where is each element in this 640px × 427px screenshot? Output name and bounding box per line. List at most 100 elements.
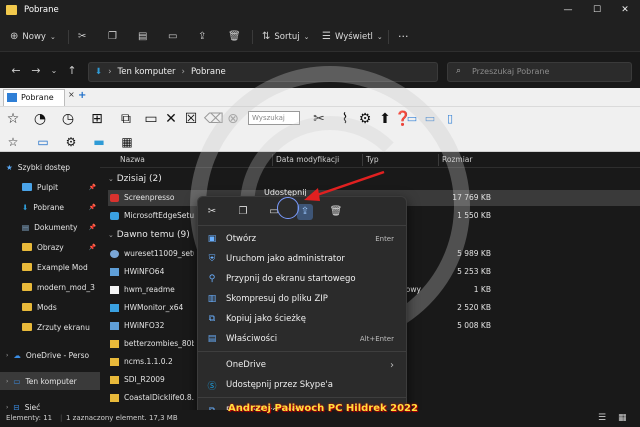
group-header-today[interactable]: ⌄ Dzisiaj (2) [108, 174, 162, 184]
command-bar: ⊕ Nowy ⌄ ✂ ❐ ▤ ▭ ⇪ 🗑 ⇅ Sortuj ⌄ ☰ Wyświe… [0, 22, 640, 52]
sidebar-item-label: Dokumenty [34, 222, 78, 232]
app-icon [110, 304, 119, 312]
plus-circle-icon: ⊕ [10, 31, 19, 42]
menu-item-copy-as-path[interactable]: ⧉ Kopiuj jako ścieżkę [198, 309, 406, 329]
sort-button[interactable]: ⇅ Sortuj ⌄ [262, 28, 309, 46]
menu-item-run-as-admin[interactable]: ⛨ Uruchom jako administrator [198, 249, 406, 269]
highlight-ring [277, 197, 299, 219]
sidebar-item-pictures[interactable]: Obrazy 📌 [22, 238, 96, 256]
sidebar-item-this-pc[interactable]: › ▭ Ten komputer [0, 372, 100, 390]
app-icon [110, 194, 119, 202]
sidebar-item-label: Ten komputer [25, 376, 77, 386]
breadcrumb-current[interactable]: Pobrane [191, 66, 226, 78]
chevron-right-icon: › [6, 351, 9, 359]
delete-button[interactable]: 🗑 [228, 28, 241, 46]
windows-icon[interactable]: ⊞ [88, 110, 106, 128]
shield-icon: ⛨ [208, 254, 216, 264]
file-explorer-window: Pobrane — ☐ ✕ ⊕ Nowy ⌄ ✂ ❐ ▤ ▭ ⇪ 🗑 ⇅ Sor… [0, 0, 640, 427]
menu-item-pin-to-start[interactable]: ⚲ Przypnij do ekranu startowego [198, 269, 406, 289]
menu-shortcut: Alt+Enter [359, 335, 394, 343]
star-icon[interactable]: ☆ [4, 110, 22, 128]
sidebar-item-desktop[interactable]: Pulpit 📌 [22, 178, 96, 196]
sidebar-item-quick-access[interactable]: ★ Szybki dostęp [6, 158, 70, 176]
more-button[interactable]: ··· [398, 28, 409, 46]
close-icon[interactable]: ✕ [162, 110, 180, 128]
gear-icon[interactable]: ⚙ [62, 133, 80, 151]
close-button[interactable]: ✕ [611, 0, 639, 20]
up-arrow-icon[interactable]: ↑ [64, 63, 80, 79]
sidebar-item-modern-mod[interactable]: modern_mod_3 [22, 278, 96, 296]
file-name: MicrosoftEdgeSetup [124, 211, 194, 220]
share-button[interactable]: ⇪ [198, 28, 206, 46]
maximize-button[interactable]: ☐ [583, 0, 611, 20]
paste-button[interactable]: ▤ [138, 28, 147, 46]
column-name[interactable]: Nazwa [120, 155, 145, 164]
sort-icon: ⇅ [262, 31, 271, 42]
gauge-icon[interactable]: ◷ [58, 110, 78, 128]
search-box[interactable]: ⌕ Przeszukaj Pobrane [447, 62, 632, 82]
chevron-right-icon: › [390, 359, 394, 371]
rename-icon: ▭ [168, 31, 178, 42]
cut-button[interactable]: ✂ [204, 204, 220, 220]
chevron-down-icon: ⌄ [108, 175, 114, 183]
view-button[interactable]: ☰ Wyświetl ⌄ [322, 28, 383, 46]
windows-cascade-icon[interactable]: ⧉ [116, 110, 136, 128]
sidebar-item-downloads[interactable]: ⬇ Pobrane 📌 [22, 198, 96, 216]
display-icon[interactable]: ▬ [90, 133, 108, 151]
cut-button[interactable]: ✂ [78, 28, 86, 46]
tab-pobrane[interactable]: Pobrane [3, 89, 65, 106]
tab-close-icon[interactable]: × [68, 90, 75, 99]
details-view-icon[interactable]: ☰ [598, 410, 606, 427]
star-icon[interactable]: ☆ [4, 133, 22, 151]
menu-item-open[interactable]: ▣ Otwórz Enter [198, 229, 406, 249]
new-button[interactable]: ⊕ Nowy ⌄ [10, 28, 56, 46]
monitor-icon: ▭ [13, 376, 21, 386]
cloud-icon: ☁ [13, 350, 21, 360]
new-tab-button[interactable]: + [78, 90, 86, 101]
menu-item-share-skype[interactable]: Ⓢ Udostępnij przez Skype'a [198, 375, 406, 395]
sidebar-item-example-mod[interactable]: Example Mod [22, 258, 96, 276]
folder-icon [110, 358, 119, 366]
chevron-right-icon: › [6, 377, 9, 385]
menu-item-label: Przypnij do ekranu startowego [226, 274, 356, 284]
sidebar-item-onedrive[interactable]: › ☁ OneDrive - Perso [6, 346, 89, 364]
copy-button[interactable]: ❐ [235, 204, 251, 220]
view-icon[interactable]: ▦ [118, 133, 136, 151]
group-header-earlier[interactable]: ⌄ Dawno temu (9) [108, 230, 190, 240]
divider [68, 30, 69, 44]
file-name: betterzombies_80b06 [124, 339, 194, 348]
navigation-pane: ★ Szybki dostęp Pulpit 📌 ⬇ Pobrane 📌 ▤ D… [0, 152, 100, 412]
skype-icon: Ⓢ [207, 381, 217, 392]
menu-item-properties[interactable]: ▤ Właściwości Alt+Enter [198, 329, 406, 349]
monitor-icon[interactable]: ▭ [34, 133, 52, 151]
folder-icon [22, 243, 32, 251]
tiles-view-icon[interactable]: ▦ [618, 410, 627, 427]
pin-icon: 📌 [88, 183, 96, 191]
menu-divider [198, 225, 406, 226]
folder-new-icon[interactable]: ▭ [142, 110, 160, 128]
menu-item-onedrive[interactable]: OneDrive › [198, 355, 406, 375]
forward-arrow-icon[interactable]: → [28, 63, 44, 79]
minimize-button[interactable]: — [554, 0, 582, 20]
copy-button[interactable]: ❐ [108, 28, 117, 46]
sidebar-item-label: Szybki dostęp [17, 162, 71, 172]
copy-icon: ❐ [108, 31, 117, 42]
star-icon: ★ [6, 162, 13, 172]
properties-icon: ▤ [207, 334, 217, 344]
sidebar-item-mods[interactable]: Mods [22, 298, 96, 316]
back-arrow-icon[interactable]: ← [8, 63, 24, 79]
back-circle-icon[interactable]: ◔ [30, 110, 50, 128]
file-name: HWMonitor_x64 [124, 303, 184, 312]
file-name: Screenpresso [124, 193, 175, 202]
breadcrumb: ⬇ › Ten komputer › Pobrane [95, 66, 226, 78]
menu-item-compress-zip[interactable]: ▥ Skompresuj do pliku ZIP [198, 289, 406, 309]
menu-divider [198, 351, 406, 352]
sidebar-item-screenshots[interactable]: Zrzuty ekranu [22, 318, 96, 336]
folder-icon [22, 283, 32, 291]
rename-button[interactable]: ▭ [168, 28, 177, 46]
breadcrumb-root[interactable]: Ten komputer [118, 66, 176, 78]
close-box-icon[interactable]: ☒ [182, 110, 200, 128]
chevron-right-icon: › [181, 67, 185, 77]
history-chevron-icon[interactable]: ⌄ [46, 63, 62, 79]
sidebar-item-documents[interactable]: ▤ Dokumenty 📌 [22, 218, 96, 236]
